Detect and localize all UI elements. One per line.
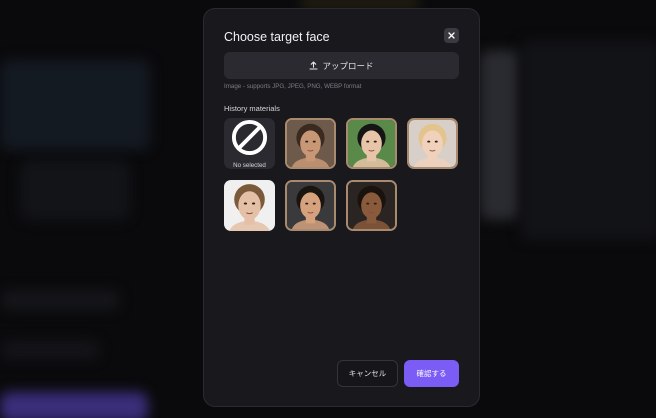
face-image	[348, 182, 395, 229]
face-thumbnail-man-black-hair-suit[interactable]	[346, 118, 397, 169]
format-hint: Image - supports JPG, JPEG, PNG, WEBP fo…	[224, 83, 362, 90]
face-thumbnail-woman-blonde[interactable]	[407, 118, 458, 169]
background-panel	[0, 392, 148, 418]
cancel-button[interactable]: キャンセル	[337, 360, 398, 387]
no-selection-tile[interactable]: No selected	[224, 118, 275, 169]
choose-face-modal: Choose target face アップロード Image - suppor…	[203, 8, 480, 407]
close-button[interactable]	[444, 28, 459, 43]
face-thumbnail-woman-curly-hair[interactable]	[346, 180, 397, 231]
face-image	[348, 120, 395, 167]
background-panel	[20, 160, 130, 220]
background-panel	[520, 40, 656, 240]
upload-button[interactable]: アップロード	[224, 52, 459, 79]
no-selection-label: No selected	[233, 162, 266, 169]
face-image	[287, 182, 334, 229]
modal-title: Choose target face	[224, 30, 330, 44]
background-panel	[0, 60, 150, 150]
face-thumbnail-woman-dark-hair[interactable]	[285, 180, 336, 231]
ban-icon	[231, 119, 268, 156]
background-panel	[0, 340, 100, 360]
background-panel	[0, 290, 120, 310]
upload-icon	[309, 61, 319, 70]
face-thumbnail-man-dark-hair[interactable]	[285, 118, 336, 169]
face-image	[287, 120, 334, 167]
history-grid: No selected	[224, 118, 458, 231]
face-thumbnail-man-light-hair[interactable]	[224, 180, 275, 231]
face-image	[409, 120, 456, 167]
confirm-button[interactable]: 確認する	[404, 360, 459, 387]
upload-label: アップロード	[322, 60, 374, 71]
face-image	[224, 180, 275, 231]
background-panel	[480, 50, 520, 220]
history-materials-label: History materials	[224, 104, 280, 113]
close-icon	[448, 32, 455, 39]
background-panel	[300, 0, 420, 6]
